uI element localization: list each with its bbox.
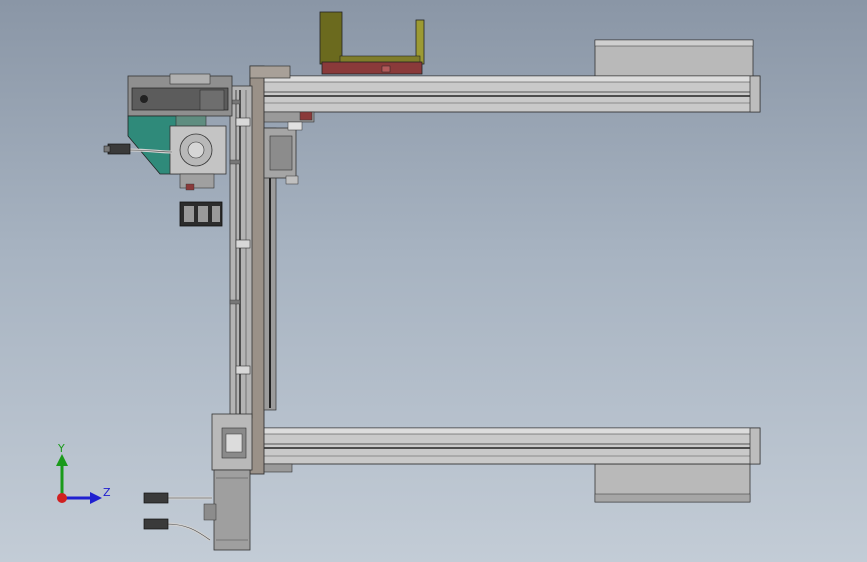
cable-chain-block [179, 201, 223, 227]
lower-cables [143, 492, 212, 542]
lower-connector-2 [143, 518, 169, 530]
vertical-carriage [229, 65, 291, 475]
cad-model[interactable] [0, 0, 867, 562]
upper-motor [169, 125, 227, 191]
red-base-plate [321, 61, 423, 75]
lower-connector-1 [143, 492, 169, 504]
slider-block [263, 121, 303, 185]
lower-motor-assembly [203, 413, 253, 551]
upper-connector [107, 143, 131, 155]
cad-viewport[interactable]: Y Z [0, 0, 867, 562]
top-horizontal-rail [249, 75, 761, 123]
y-axis-label: Y [58, 442, 65, 455]
x-axis-dot [57, 493, 67, 503]
z-axis-label: Z [103, 486, 111, 499]
top-bracket-assembly [319, 11, 425, 75]
olive-bracket-left [319, 11, 343, 65]
